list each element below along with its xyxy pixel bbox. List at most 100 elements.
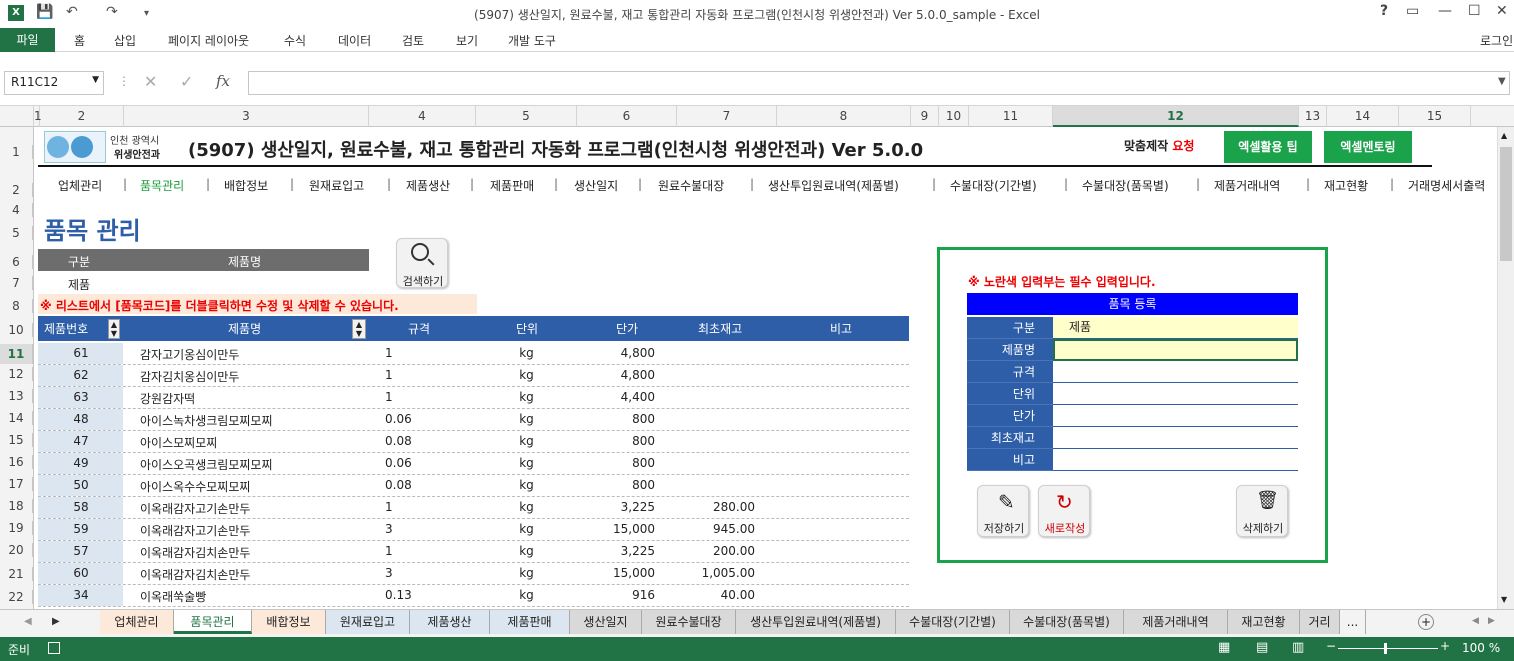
sheet-tab[interactable]: 제품생산 bbox=[410, 610, 490, 634]
row-header-cell[interactable]: 18 bbox=[0, 499, 33, 513]
cell-number[interactable]: 49 bbox=[38, 456, 124, 470]
hscroll-right-icon[interactable]: ▶ bbox=[1488, 616, 1495, 626]
maximize-icon[interactable]: ☐ bbox=[1468, 3, 1481, 19]
hscroll-left-icon[interactable]: ◀ bbox=[1472, 616, 1479, 626]
zoom-in-icon[interactable]: + bbox=[1440, 639, 1450, 653]
sheet-tab[interactable]: 수불대장(기간별) bbox=[896, 610, 1010, 634]
name-box[interactable]: R11C12 ▼ bbox=[4, 71, 104, 95]
page-layout-icon[interactable]: ▤ bbox=[1256, 640, 1268, 655]
sort-spinner[interactable]: ▲ ▼ bbox=[352, 319, 366, 339]
column-header-cell[interactable]: 13 bbox=[1299, 106, 1327, 127]
select-all-corner[interactable] bbox=[0, 106, 34, 127]
zoom-out-icon[interactable]: − bbox=[1326, 639, 1336, 653]
nav-item-daily-log[interactable]: 생산일지 bbox=[574, 177, 618, 194]
column-header-cell[interactable]: 14 bbox=[1327, 106, 1399, 127]
formula-input[interactable] bbox=[248, 71, 1510, 95]
cell-number[interactable]: 61 bbox=[38, 346, 124, 360]
scroll-left-icon[interactable]: ◀ bbox=[24, 616, 32, 627]
cell-number[interactable]: 58 bbox=[38, 500, 124, 514]
row-header-cell[interactable]: 19 bbox=[0, 521, 33, 535]
scroll-right-icon[interactable]: ▶ bbox=[52, 616, 60, 627]
column-header-cell[interactable]: 8 bbox=[777, 106, 911, 127]
scroll-up-icon[interactable]: ▲ bbox=[1501, 131, 1507, 140]
form-input-price[interactable] bbox=[1053, 405, 1298, 427]
tab-home[interactable]: 홈 bbox=[74, 32, 85, 49]
row-header-cell[interactable]: 13 bbox=[0, 389, 33, 403]
row-header-cell[interactable]: 22 bbox=[0, 590, 33, 604]
sheet-tab[interactable]: 업체관리 bbox=[100, 610, 174, 634]
cell-number[interactable]: 34 bbox=[38, 588, 124, 602]
filter-name-input[interactable] bbox=[124, 273, 369, 293]
form-input-initial-stock[interactable] bbox=[1053, 427, 1298, 449]
tab-developer[interactable]: 개발 도구 bbox=[508, 32, 556, 49]
sheet-tab[interactable]: 거리 bbox=[1300, 610, 1340, 634]
row-header-cell[interactable]: 10 bbox=[0, 323, 33, 337]
form-input-spec[interactable] bbox=[1053, 361, 1298, 383]
column-header-cell[interactable]: 7 bbox=[677, 106, 777, 127]
row-header-cell[interactable]: 2 bbox=[0, 183, 33, 197]
macro-record-icon[interactable] bbox=[48, 642, 60, 654]
nav-item-stock[interactable]: 재고현황 bbox=[1324, 177, 1368, 194]
scroll-thumb[interactable] bbox=[1500, 147, 1512, 261]
search-button[interactable]: 검색하기 bbox=[396, 238, 448, 288]
tab-file[interactable]: 파일 bbox=[0, 28, 55, 52]
cell-number[interactable]: 59 bbox=[38, 522, 124, 536]
sheet-tab[interactable]: ... bbox=[1340, 610, 1366, 634]
sheet-tab[interactable]: 제품거래내역 bbox=[1124, 610, 1228, 634]
cell-number[interactable]: 47 bbox=[38, 434, 124, 448]
ribbon-display-icon[interactable]: ▭ bbox=[1406, 3, 1419, 19]
row-header-cell[interactable]: 12 bbox=[0, 367, 33, 381]
enter-icon[interactable]: ✓ bbox=[180, 72, 193, 91]
column-header-cell-selected[interactable]: 12 bbox=[1053, 106, 1299, 127]
page-break-icon[interactable]: ▥ bbox=[1292, 640, 1304, 655]
nav-item-input-materials[interactable]: 생산투입원료내역(제품별) bbox=[768, 177, 899, 194]
nav-item-ledger-item[interactable]: 수불대장(품목별) bbox=[1082, 177, 1169, 194]
column-header-cell[interactable]: 10 bbox=[939, 106, 969, 127]
tab-page-layout[interactable]: 페이지 레이아웃 bbox=[168, 32, 249, 49]
delete-button[interactable]: 🗑 삭제하기 bbox=[1236, 485, 1288, 537]
sort-spinner[interactable]: ▲ ▼ bbox=[108, 319, 120, 339]
form-input-note[interactable] bbox=[1053, 449, 1298, 471]
nav-item-transactions[interactable]: 제품거래내역 bbox=[1214, 177, 1280, 194]
sheet-tab[interactable]: 수불대장(품목별) bbox=[1010, 610, 1124, 634]
cell-number[interactable]: 48 bbox=[38, 412, 124, 426]
row-header-cell[interactable]: 5 bbox=[0, 226, 33, 240]
form-input-name[interactable] bbox=[1053, 339, 1298, 361]
sheet-tab[interactable]: 제품판매 bbox=[490, 610, 570, 634]
tab-data[interactable]: 데이터 bbox=[338, 32, 371, 49]
new-button[interactable]: ↻ 새로작성 bbox=[1038, 485, 1090, 537]
excel-tips-button[interactable]: 엑셀활용 팁 bbox=[1224, 131, 1312, 163]
tab-insert[interactable]: 삽입 bbox=[114, 32, 136, 49]
nav-item-items[interactable]: 품목관리 bbox=[140, 177, 184, 194]
row-header-cell[interactable]: 15 bbox=[0, 433, 33, 447]
tab-formulas[interactable]: 수식 bbox=[284, 32, 306, 49]
nav-item-material-ledger[interactable]: 원료수불대장 bbox=[658, 177, 724, 194]
sheet-tab[interactable]: 배합정보 bbox=[252, 610, 326, 634]
expand-formula-icon[interactable]: ▼ bbox=[1498, 76, 1506, 87]
row-header-cell[interactable]: 1 bbox=[0, 145, 33, 159]
custom-order-label[interactable]: 맞춤제작 요청 bbox=[1124, 137, 1194, 154]
help-button[interactable]: ? bbox=[1380, 3, 1388, 19]
row-header-cell[interactable]: 17 bbox=[0, 477, 33, 491]
sheet-tab[interactable]: 원재료입고 bbox=[326, 610, 410, 634]
sheet-tab[interactable]: 재고현황 bbox=[1228, 610, 1300, 634]
row-header-cell[interactable]: 6 bbox=[0, 255, 33, 269]
fx-icon[interactable]: fx bbox=[216, 72, 230, 90]
nav-item-production[interactable]: 제품생산 bbox=[406, 177, 450, 194]
column-header-cell[interactable]: 4 bbox=[369, 106, 476, 127]
chevron-down-icon[interactable]: ▼ bbox=[92, 75, 99, 85]
nav-item-invoice[interactable]: 거래명세서출력 bbox=[1408, 177, 1485, 194]
column-header-cell[interactable]: 15 bbox=[1399, 106, 1471, 127]
minimize-icon[interactable]: — bbox=[1438, 3, 1452, 19]
normal-view-icon[interactable]: ▦ bbox=[1218, 640, 1230, 655]
column-header-cell[interactable]: 5 bbox=[476, 106, 577, 127]
nav-item-sales[interactable]: 제품판매 bbox=[490, 177, 534, 194]
row-header-cell[interactable]: 4 bbox=[0, 203, 33, 217]
add-sheet-icon[interactable]: + bbox=[1418, 614, 1434, 630]
row-header-cell[interactable]: 20 bbox=[0, 543, 33, 557]
column-header-cell[interactable]: 3 bbox=[124, 106, 369, 127]
column-header-cell[interactable]: 2 bbox=[40, 106, 124, 127]
nav-item-ledger-period[interactable]: 수불대장(기간별) bbox=[950, 177, 1037, 194]
column-header-cell[interactable]: 11 bbox=[969, 106, 1053, 127]
form-input-category[interactable]: 제품 bbox=[1053, 317, 1298, 339]
